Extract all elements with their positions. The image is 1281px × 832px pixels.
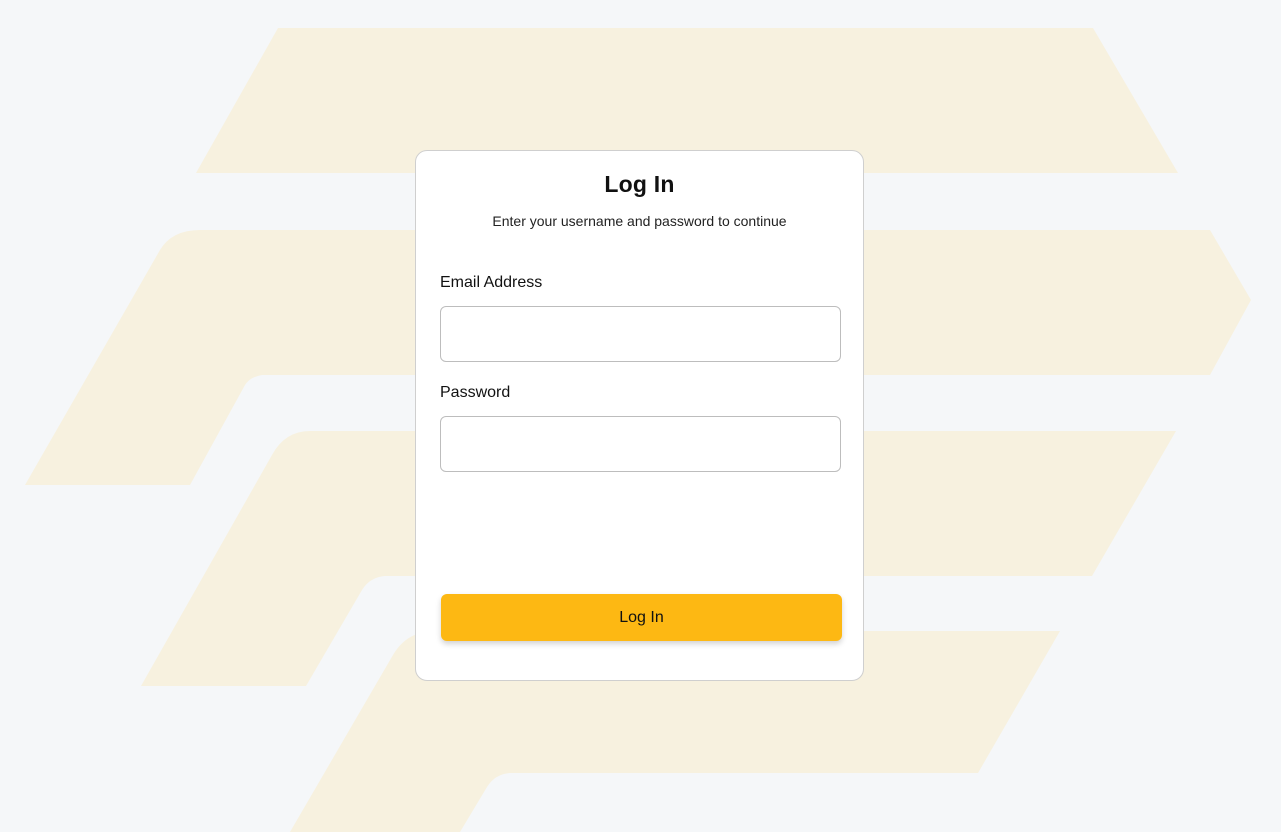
email-field[interactable] — [440, 306, 841, 362]
password-label: Password — [440, 384, 511, 401]
login-subtitle: Enter your username and password to cont… — [492, 213, 787, 229]
login-title: Log In — [604, 171, 675, 197]
password-field[interactable] — [440, 416, 841, 472]
login-button[interactable]: Log In — [441, 594, 842, 641]
email-label: Email Address — [440, 274, 543, 291]
login-card: Log In Enter your username and password … — [415, 150, 864, 681]
